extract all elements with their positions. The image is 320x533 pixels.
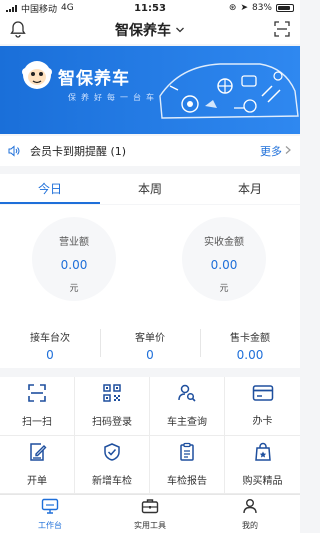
card-sales-label: 售卡金额 [230, 333, 270, 344]
nav-bar: 智保养车 [0, 16, 300, 44]
bell-icon[interactable] [10, 20, 26, 42]
revenue-label: 营业额 [59, 237, 89, 248]
tab-tools[interactable]: 实用工具 [100, 495, 200, 533]
new-inspection-button[interactable]: 新增车检 [75, 435, 150, 494]
more-label: 更多 [260, 145, 282, 158]
tab-this-week[interactable]: 本周 [100, 174, 200, 204]
stats-panel: 营业额 0.00 元 实收金额 0.00 元 接车台次 0 客单价 0 售卡金额… [0, 205, 300, 368]
monkey-logo-icon [20, 58, 54, 96]
card-icon [252, 384, 274, 406]
edit-document-icon [27, 442, 47, 466]
issue-card-button[interactable]: 办卡 [225, 377, 300, 436]
scan-icon[interactable] [274, 21, 290, 41]
status-bar: 中国移动 4G 11:53 ⊛ ➤ 83% [0, 0, 300, 16]
avg-price-label: 客单价 [135, 333, 165, 344]
location-icon: ➤ [240, 3, 248, 13]
battery-percent: 83% [251, 3, 272, 13]
avg-price-stat: 客单价 0 [100, 329, 200, 362]
tool-label: 扫码登录 [92, 417, 132, 429]
store-selector[interactable]: 智保养车 [115, 20, 185, 40]
vehicles-value: 0 [46, 348, 54, 362]
battery-icon [276, 4, 294, 12]
toolbox-icon [141, 498, 159, 518]
tab-me[interactable]: 我的 [200, 495, 300, 533]
promo-banner[interactable]: 智保养车 保养好每一台车 [0, 46, 300, 134]
page-title: 智保养车 [115, 23, 171, 39]
tab-workbench[interactable]: 工作台 [0, 495, 100, 533]
banner-slogan: 保养好每一台车 [68, 93, 159, 102]
tab-label: 我的 [242, 520, 258, 530]
qr-code-icon [102, 383, 122, 407]
tab-today[interactable]: 今日 [0, 174, 100, 204]
chevron-right-icon [284, 145, 292, 158]
banner-brand: 智保养车 [58, 69, 130, 89]
card-sales-value: 0.00 [236, 348, 264, 362]
owner-query-button[interactable]: 车主查询 [150, 377, 225, 436]
tab-this-month[interactable]: 本月 [200, 174, 300, 204]
tools-grid: 扫一扫 扫码登录 车主查询 办卡 开单 新增车检 车检报告 购买精品 [0, 377, 300, 494]
user-search-icon [177, 383, 197, 407]
tool-label: 办卡 [252, 416, 273, 428]
car-parts-illustration-icon [150, 46, 300, 134]
revenue-value: 0.00 [60, 258, 88, 272]
scan-frame-icon [27, 383, 47, 407]
tool-label: 开单 [27, 475, 47, 487]
avg-price-value: 0 [146, 348, 154, 362]
period-tabs: 今日 本周 本月 [0, 174, 300, 204]
create-order-button[interactable]: 开单 [0, 435, 75, 494]
received-label: 实收金额 [204, 237, 244, 248]
vehicles-stat: 接车台次 0 [0, 329, 100, 362]
received-value: 0.00 [210, 258, 238, 272]
received-card: 实收金额 0.00 元 [182, 217, 266, 301]
more-link[interactable]: 更多 [260, 143, 292, 159]
tab-label: 实用工具 [134, 520, 166, 530]
tool-label: 购买精品 [242, 475, 283, 487]
shield-check-icon [102, 442, 122, 466]
revenue-unit: 元 [69, 284, 79, 294]
report-icon [177, 442, 197, 466]
orientation-lock-icon: ⊛ [228, 3, 237, 13]
bottom-tab-bar: 工作台 实用工具 我的 [0, 494, 300, 533]
tool-label: 车主查询 [167, 417, 207, 429]
vehicles-label: 接车台次 [30, 333, 70, 344]
scan-button[interactable]: 扫一扫 [0, 377, 75, 436]
inspection-report-button[interactable]: 车检报告 [150, 435, 225, 494]
monitor-icon [41, 498, 59, 518]
buy-premium-button[interactable]: 购买精品 [225, 436, 300, 494]
tool-label: 新增车检 [92, 475, 132, 487]
tab-label: 工作台 [38, 520, 62, 530]
revenue-card: 营业额 0.00 元 [32, 217, 116, 301]
tool-label: 扫一扫 [22, 417, 52, 429]
tool-label: 车检报告 [167, 475, 207, 487]
person-icon [242, 498, 258, 518]
membership-expiry-notice[interactable]: 会员卡到期提醒 (1) 更多 [0, 136, 300, 166]
card-sales-stat: 售卡金额 0.00 [200, 329, 300, 362]
notice-text: 会员卡到期提醒 (1) [30, 145, 127, 158]
chevron-down-icon [175, 22, 185, 38]
received-unit: 元 [219, 284, 229, 294]
speaker-icon [8, 142, 20, 161]
qr-login-button[interactable]: 扫码登录 [75, 377, 150, 436]
shopping-bag-icon [253, 442, 273, 466]
